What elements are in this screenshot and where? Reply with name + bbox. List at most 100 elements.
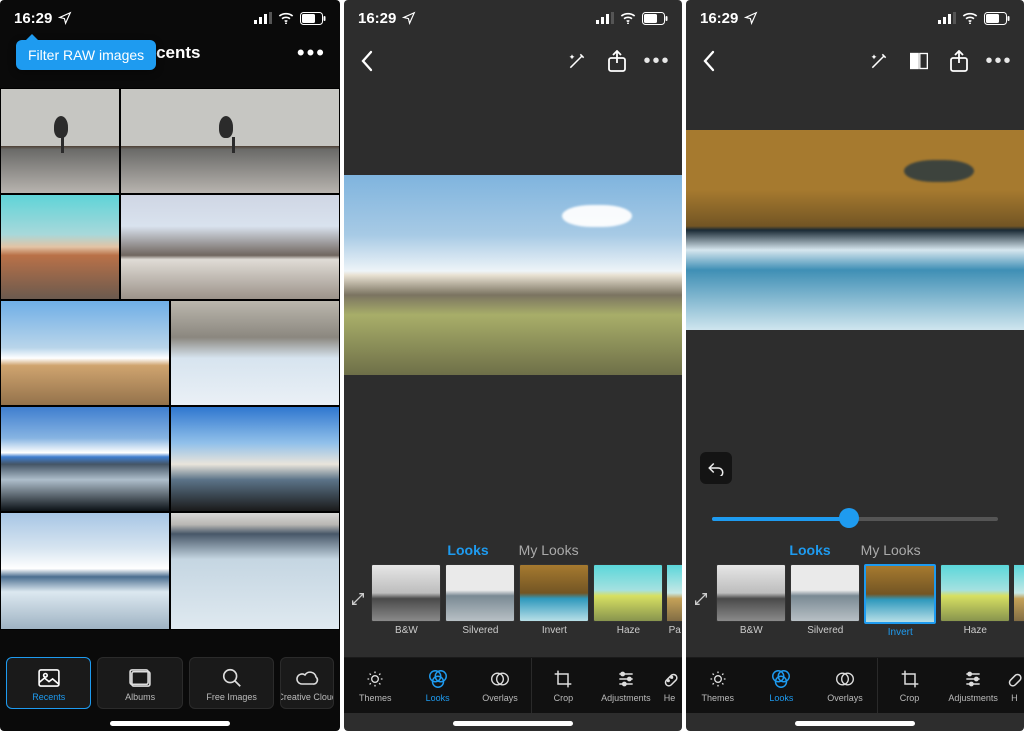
auto-enhance-button[interactable] <box>866 48 892 74</box>
tool-looks[interactable]: Looks <box>406 658 468 713</box>
photo-thumb[interactable] <box>170 300 340 406</box>
look-haze[interactable]: Haze <box>940 564 1010 636</box>
more-button[interactable]: ••• <box>986 48 1012 74</box>
tool-looks[interactable]: Looks <box>750 658 814 713</box>
tab-creative-cloud[interactable]: Creative Cloud <box>280 657 334 709</box>
look-thumb <box>940 564 1010 622</box>
photo-thumb[interactable] <box>120 88 340 194</box>
wifi-icon <box>620 12 636 24</box>
look-pa[interactable] <box>1014 564 1024 622</box>
tab-looks[interactable]: Looks <box>789 542 830 558</box>
cellular-icon <box>254 12 272 24</box>
main-canvas[interactable] <box>686 130 1024 330</box>
tab-free-images[interactable]: Free Images <box>189 657 274 709</box>
expand-icon[interactable] <box>348 564 367 634</box>
main-canvas[interactable] <box>344 175 682 375</box>
tool-label: Themes <box>359 693 392 703</box>
slider-thumb[interactable] <box>839 508 859 528</box>
intensity-slider[interactable] <box>712 508 998 528</box>
look-bw[interactable]: B&W <box>371 564 441 636</box>
tool-label: Crop <box>900 693 920 703</box>
looks-strip[interactable]: B&W Silvered Invert Haze Pa <box>344 564 682 656</box>
wifi-icon <box>962 12 978 24</box>
look-thumb <box>1014 564 1024 622</box>
look-invert[interactable]: Invert <box>519 564 589 636</box>
tab-my-looks[interactable]: My Looks <box>519 542 579 558</box>
photo-thumb[interactable] <box>0 512 170 630</box>
look-bw[interactable]: B&W <box>716 564 786 636</box>
compare-button[interactable] <box>906 48 932 74</box>
share-button[interactable] <box>604 48 630 74</box>
photo-thumb[interactable] <box>170 512 340 630</box>
battery-icon <box>642 12 668 25</box>
photo-thumb[interactable] <box>0 406 170 512</box>
battery-icon <box>300 12 326 25</box>
tool-row: Themes Looks Overlays Crop Adjustments <box>686 657 1024 713</box>
tab-recents[interactable]: Recents <box>6 657 91 709</box>
look-pa[interactable]: Pa <box>667 564 682 636</box>
auto-enhance-button[interactable] <box>564 48 590 74</box>
battery-icon <box>984 12 1010 25</box>
tool-crop[interactable]: Crop <box>878 658 942 713</box>
tool-row: Themes Looks Overlays Crop Adjustments <box>344 657 682 713</box>
tab-label: Creative Cloud <box>280 692 334 702</box>
tab-looks[interactable]: Looks <box>447 542 488 558</box>
status-time: 16:29 <box>14 10 52 27</box>
photo-thumb[interactable] <box>0 194 120 300</box>
cloud-decoration <box>904 160 974 182</box>
tab-my-looks[interactable]: My Looks <box>861 542 921 558</box>
looks-tabbar: Looks My Looks <box>344 542 682 558</box>
adjustments-icon <box>615 668 637 690</box>
look-silvered[interactable]: Silvered <box>790 564 860 636</box>
share-button[interactable] <box>946 48 972 74</box>
filter-raw-tooltip[interactable]: Filter RAW images <box>16 40 156 70</box>
tool-label: Adjustments <box>948 693 998 703</box>
tool-label: Looks <box>426 693 450 703</box>
slider-fill <box>712 517 849 521</box>
look-label: Invert <box>888 627 913 638</box>
cellular-icon <box>596 12 614 24</box>
look-label: Silvered <box>462 625 498 636</box>
home-indicator <box>453 721 573 726</box>
tool-overlays[interactable]: Overlays <box>813 658 877 713</box>
look-haze[interactable]: Haze <box>593 564 663 636</box>
back-button[interactable] <box>696 48 722 74</box>
back-button[interactable] <box>354 48 380 74</box>
look-label: Silvered <box>807 625 843 636</box>
undo-button[interactable] <box>700 452 732 484</box>
editor-toolbar: ••• <box>344 36 682 82</box>
look-invert[interactable]: Invert <box>864 564 936 638</box>
tool-themes[interactable]: Themes <box>686 658 750 713</box>
tool-label: Adjustments <box>601 693 651 703</box>
photo-thumb[interactable] <box>170 406 340 512</box>
looks-icon <box>427 668 449 690</box>
tool-adjustments[interactable]: Adjustments <box>941 658 1005 713</box>
crop-icon <box>899 668 921 690</box>
photo-thumb[interactable] <box>0 88 120 194</box>
albums-icon <box>128 668 152 688</box>
photo-thumb[interactable] <box>0 300 170 406</box>
tool-adjustments[interactable]: Adjustments <box>595 658 657 713</box>
look-label: Pa <box>669 625 681 636</box>
tab-albums[interactable]: Albums <box>97 657 182 709</box>
tool-label: Overlays <box>827 693 863 703</box>
tool-healing[interactable]: H <box>1005 658 1024 713</box>
look-label: B&W <box>740 625 763 636</box>
looks-strip[interactable]: B&W Silvered Invert Haze <box>686 564 1024 656</box>
look-silvered[interactable]: Silvered <box>445 564 515 636</box>
tool-crop[interactable]: Crop <box>532 658 594 713</box>
photo-thumb[interactable] <box>120 194 340 300</box>
tool-label: H <box>1011 693 1018 703</box>
themes-icon <box>364 668 386 690</box>
tool-overlays[interactable]: Overlays <box>469 658 531 713</box>
more-button[interactable]: ••• <box>644 48 670 74</box>
looks-tabbar: Looks My Looks <box>686 542 1024 558</box>
home-indicator <box>110 721 230 726</box>
more-button[interactable]: ••• <box>297 42 326 64</box>
tool-themes[interactable]: Themes <box>344 658 406 713</box>
tool-healing[interactable]: He <box>657 658 682 713</box>
overlays-icon <box>834 668 856 690</box>
expand-icon[interactable] <box>690 564 712 634</box>
photo-grid[interactable] <box>0 88 340 635</box>
look-thumb <box>445 564 515 622</box>
